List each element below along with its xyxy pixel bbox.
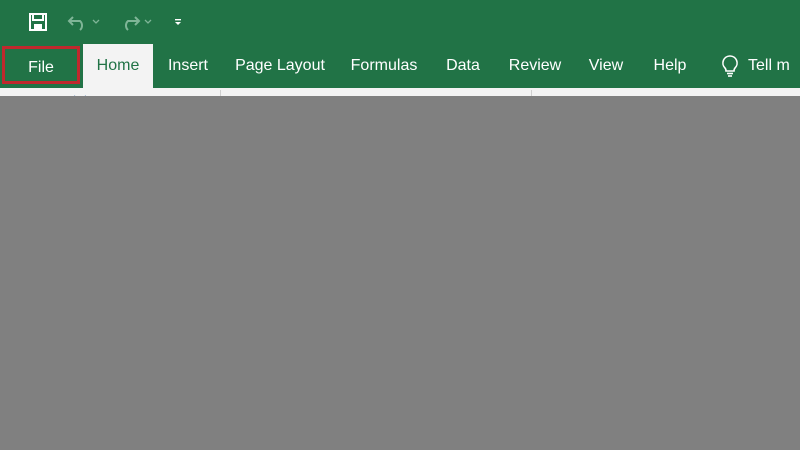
customize-qat-icon: [175, 19, 181, 25]
workspace-overlay: [0, 96, 800, 450]
chevron-down-icon: [92, 19, 99, 24]
customize-qat-button[interactable]: [168, 8, 188, 36]
save-icon: [29, 13, 47, 31]
quick-access-toolbar: [0, 0, 800, 44]
redo-button[interactable]: [114, 8, 156, 36]
undo-icon: [67, 16, 83, 31]
tell-me-search[interactable]: Tell m: [720, 44, 800, 88]
tab-file[interactable]: File: [2, 46, 80, 84]
tab-insert[interactable]: Insert: [160, 44, 216, 88]
tab-data[interactable]: Data: [437, 44, 489, 88]
lightbulb-icon: [722, 55, 738, 77]
ribbon-body: [0, 88, 800, 96]
undo-button[interactable]: [62, 8, 104, 36]
excel-window: File Home Insert Page Layout Formulas Da…: [0, 0, 800, 450]
ribbon-tab-bar: File Home Insert Page Layout Formulas Da…: [0, 44, 800, 88]
redo-icon: [124, 16, 140, 31]
tab-home[interactable]: Home: [83, 44, 153, 88]
tab-page-layout[interactable]: Page Layout: [228, 44, 332, 88]
tab-view[interactable]: View: [581, 44, 631, 88]
save-button[interactable]: [24, 8, 52, 36]
tab-help[interactable]: Help: [643, 44, 697, 88]
tell-me-label: Tell m: [748, 57, 790, 74]
tab-formulas[interactable]: Formulas: [343, 44, 425, 88]
chevron-down-icon: [144, 19, 151, 24]
tab-review[interactable]: Review: [501, 44, 569, 88]
